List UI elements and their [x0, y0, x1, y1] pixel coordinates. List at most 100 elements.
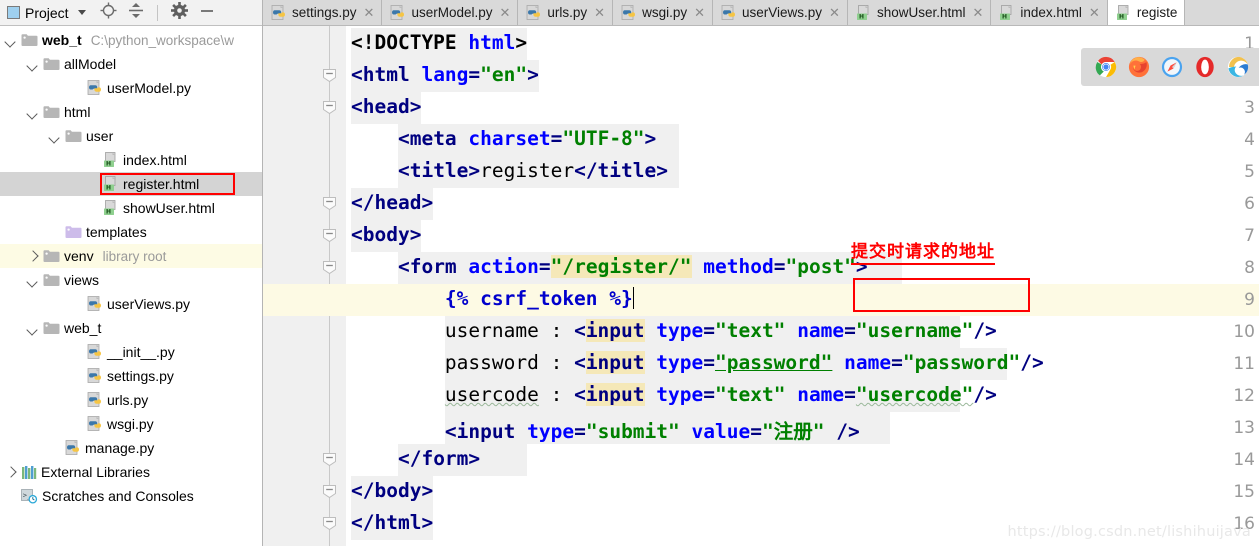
fold-toggle-icon[interactable]: [322, 484, 337, 499]
editor-tab-settings-py[interactable]: settings.py ✕: [263, 0, 383, 25]
chevron-down-icon[interactable]: [26, 58, 39, 71]
fold-toggle-icon[interactable]: [322, 452, 337, 467]
safari-icon[interactable]: [1161, 56, 1183, 78]
annotation-highlight-box: [853, 278, 1030, 312]
svg-text:H: H: [106, 209, 111, 216]
tree-item-index-html[interactable]: H index.html: [0, 148, 262, 172]
chevron-right-icon[interactable]: [4, 466, 17, 479]
line-number: 14: [1233, 450, 1255, 470]
chevron-down-icon[interactable]: [26, 274, 39, 287]
code-line[interactable]: </body>: [351, 479, 433, 502]
editor-tab-index-html[interactable]: H index.html ✕: [991, 0, 1108, 25]
tree-item-userviews-py[interactable]: userViews.py: [0, 292, 262, 316]
opera-icon[interactable]: [1194, 56, 1216, 78]
tree-item-manage-py[interactable]: manage.py: [0, 436, 262, 460]
editor-tab-usermodel-py[interactable]: userModel.py ✕: [382, 0, 519, 25]
close-icon[interactable]: ✕: [694, 6, 705, 19]
code-line[interactable]: password : <input type="password" name="…: [351, 351, 1044, 374]
chevron-down-icon[interactable]: [48, 130, 61, 143]
code-line[interactable]: </form>: [351, 447, 480, 470]
tab-label: index.html: [1020, 5, 1082, 20]
tree-item-templates[interactable]: templates: [0, 220, 262, 244]
chevron-down-icon[interactable]: [4, 34, 17, 47]
chevron-down-icon[interactable]: [26, 106, 39, 119]
tab-label: wsgi.py: [642, 5, 688, 20]
tree-item-showuser-html[interactable]: H showUser.html: [0, 196, 262, 220]
tree-item-html[interactable]: html: [0, 100, 262, 124]
svg-text:H: H: [859, 13, 864, 20]
tree-item-views[interactable]: views: [0, 268, 262, 292]
chrome-icon[interactable]: [1095, 56, 1117, 78]
locate-icon[interactable]: [100, 2, 117, 24]
html-file-icon: H: [999, 4, 1015, 21]
python-file-icon: [621, 4, 637, 21]
tree-item-urls-py[interactable]: urls.py: [0, 388, 262, 412]
code-line[interactable]: {% csrf_token %}: [351, 287, 634, 310]
browser-launch-toolbar[interactable]: [1081, 48, 1259, 86]
collapse-all-icon[interactable]: [128, 2, 144, 24]
editor-tab-userviews-py[interactable]: userViews.py ✕: [713, 0, 848, 25]
project-panel-header[interactable]: Project: [4, 5, 86, 21]
code-line[interactable]: <form action="/register/" method="post">: [351, 255, 868, 278]
close-icon[interactable]: ✕: [1089, 6, 1100, 19]
settings-gear-icon[interactable]: [170, 1, 188, 24]
python-file-icon: [87, 80, 103, 96]
python-file-icon: [87, 392, 103, 408]
minimize-icon[interactable]: [199, 2, 215, 24]
code-line[interactable]: <title>register</title>: [351, 159, 668, 182]
tree-item-web_t[interactable]: web_t C:\python_workspace\w: [0, 28, 262, 52]
tree-item-register-html[interactable]: H register.html: [0, 172, 262, 196]
tree-item-settings-py[interactable]: settings.py: [0, 364, 262, 388]
code-line[interactable]: username : <input type="text" name="user…: [351, 319, 997, 342]
tree-item-external-libraries[interactable]: External Libraries: [0, 460, 262, 484]
fold-toggle-icon[interactable]: [322, 68, 337, 83]
code-line[interactable]: <body>: [351, 223, 421, 246]
close-icon[interactable]: ✕: [829, 6, 840, 19]
editor-tab-urls-py[interactable]: urls.py ✕: [518, 0, 614, 25]
code-line[interactable]: <input type="submit" value="注册" />: [351, 415, 860, 444]
code-line[interactable]: </head>: [351, 191, 433, 214]
chevron-down-icon[interactable]: [26, 322, 39, 335]
line-number: 11: [1233, 354, 1255, 374]
python-file-icon: [526, 4, 542, 21]
fold-toggle-icon[interactable]: [322, 516, 337, 531]
fold-toggle-icon[interactable]: [322, 196, 337, 211]
tree-item-scratches-and-consoles[interactable]: >_ Scratches and Consoles: [0, 484, 262, 508]
fold-toggle-icon[interactable]: [322, 260, 337, 275]
chevron-down-icon[interactable]: [77, 10, 86, 15]
tree-item-label: venv: [64, 248, 94, 264]
tree-item-venv[interactable]: venv library root: [0, 244, 262, 268]
fold-toggle-icon[interactable]: [322, 228, 337, 243]
code-editor[interactable]: 12 3 456 7 8 91011121314 15 16: [263, 26, 1259, 546]
firefox-icon[interactable]: [1128, 56, 1150, 78]
close-icon[interactable]: ✕: [500, 6, 511, 19]
code-line[interactable]: </html>: [351, 511, 433, 534]
code-line[interactable]: <html lang="en">: [351, 63, 539, 86]
tree-item-allmodel[interactable]: allModel: [0, 52, 262, 76]
editor-tab-registe[interactable]: H registe: [1107, 0, 1186, 25]
edge-icon[interactable]: [1227, 56, 1249, 78]
tree-item-usermodel-py[interactable]: userModel.py: [0, 76, 262, 100]
code-line[interactable]: <!DOCTYPE html>: [351, 31, 527, 54]
close-icon[interactable]: ✕: [972, 6, 983, 19]
code-line[interactable]: usercode : <input type="text" name="user…: [351, 383, 997, 406]
fold-toggle-icon[interactable]: [322, 100, 337, 115]
editor-tab-bar[interactable]: settings.py ✕ userModel.py ✕ urls.py ✕ wsgi…: [263, 0, 1259, 26]
close-icon[interactable]: ✕: [594, 6, 605, 19]
chevron-right-icon[interactable]: [26, 250, 39, 263]
tree-item-wsgi-py[interactable]: wsgi.py: [0, 412, 262, 436]
tree-item-user[interactable]: user: [0, 124, 262, 148]
tree-item-web_t[interactable]: web_t: [0, 316, 262, 340]
code-line[interactable]: <meta charset="UTF-8">: [351, 127, 656, 150]
project-tree[interactable]: web_t C:\python_workspace\w allModel user…: [0, 26, 262, 508]
close-icon[interactable]: ✕: [364, 6, 375, 19]
editor-tab-showuser-html[interactable]: H showUser.html ✕: [847, 0, 992, 25]
tab-label: registe: [1136, 5, 1178, 20]
tree-item-__init__-py[interactable]: __init__.py: [0, 340, 262, 364]
code-line[interactable]: <head>: [351, 95, 421, 118]
editor-tab-wsgi-py[interactable]: wsgi.py ✕: [613, 0, 713, 25]
tab-label: userModel.py: [411, 5, 493, 20]
tree-item-label: userModel.py: [107, 80, 192, 96]
